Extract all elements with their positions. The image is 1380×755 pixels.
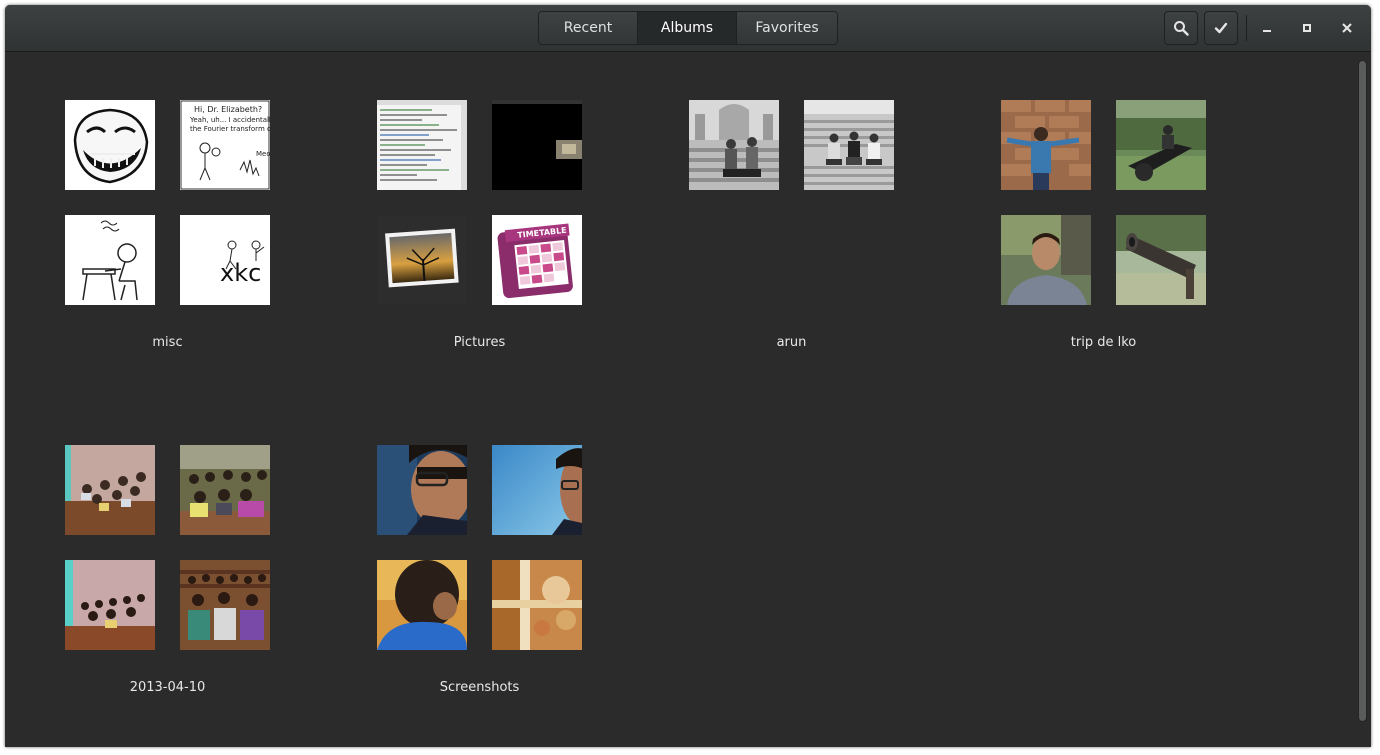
album-thumbnail-grid: [1001, 100, 1206, 305]
svg-text:the Fourier transform of: the Fourier transform of: [190, 125, 270, 133]
photo-thumbnail: [804, 100, 894, 190]
header-separator: [1246, 15, 1247, 41]
photo-thumbnail: [65, 445, 155, 535]
album-title: arun: [776, 335, 807, 350]
svg-text:Yeah, uh... I accidentally: Yeah, uh... I accidentally: [189, 116, 270, 124]
album-thumbnail-grid: [689, 100, 894, 305]
album-arun[interactable]: arun: [689, 100, 924, 360]
close-button[interactable]: [1335, 16, 1359, 40]
album-title: trip de lko: [1070, 335, 1137, 350]
photo-thumbnail: [689, 100, 779, 190]
album-2013-04-10[interactable]: 2013-04-10: [65, 445, 300, 705]
photo-thumbnail: [377, 215, 467, 305]
view-switcher: Recent Albums Favorites: [538, 11, 838, 45]
photo-thumbnail: [65, 560, 155, 650]
album-title: Pictures: [453, 335, 506, 350]
photo-thumbnail: [1116, 100, 1206, 190]
photo-thumbnail: [377, 100, 467, 190]
album-thumbnail-grid: [377, 445, 582, 650]
checkmark-icon: [1214, 22, 1228, 34]
photo-thumbnail: [180, 445, 270, 535]
album-trip-de-lko[interactable]: trip de lko: [1001, 100, 1236, 360]
tab-albums[interactable]: Albums: [638, 12, 737, 44]
album-thumbnail-grid: TIMETABLE: [377, 100, 582, 305]
minimize-button[interactable]: [1255, 16, 1279, 40]
album-thumbnail-grid: Hi, Dr. Elizabeth? Yeah, uh... I acciden…: [65, 100, 270, 305]
tab-favorites[interactable]: Favorites: [737, 12, 837, 44]
album-thumbnail-grid: [65, 445, 270, 650]
search-button[interactable]: [1164, 11, 1198, 45]
photos-window: Recent Albums Favorites Hi, Dr. Elizabet…: [5, 5, 1371, 747]
svg-text:Meow: Meow: [256, 150, 270, 158]
photo-thumbnail: Hi, Dr. Elizabeth? Yeah, uh... I acciden…: [180, 100, 270, 190]
maximize-button[interactable]: [1295, 16, 1319, 40]
album-screenshots[interactable]: Screenshots: [377, 445, 612, 705]
svg-text:xkc: xkc: [220, 259, 261, 287]
photo-thumbnail: [65, 215, 155, 305]
album-pictures[interactable]: TIMETABLE Pictures: [377, 100, 612, 360]
maximize-icon: [1303, 24, 1311, 32]
header-bar: Recent Albums Favorites: [5, 5, 1371, 52]
album-misc[interactable]: Hi, Dr. Elizabeth? Yeah, uh... I acciden…: [65, 100, 300, 360]
albums-view: Hi, Dr. Elizabeth? Yeah, uh... I acciden…: [5, 53, 1371, 747]
search-icon: [1174, 21, 1189, 36]
photo-thumbnail: [65, 100, 155, 190]
photo-thumbnail: [1001, 215, 1091, 305]
photo-thumbnail: [377, 445, 467, 535]
photo-thumbnail: TIMETABLE: [492, 215, 582, 305]
photo-thumbnail: [492, 560, 582, 650]
photo-thumbnail: [492, 100, 582, 190]
album-title: 2013-04-10: [129, 680, 206, 695]
minimize-icon: [1263, 30, 1271, 32]
close-icon: [1342, 23, 1352, 33]
photo-thumbnail: [180, 560, 270, 650]
tab-recent[interactable]: Recent: [539, 12, 638, 44]
album-title: misc: [152, 335, 183, 350]
selection-mode-button[interactable]: [1204, 11, 1238, 45]
photo-thumbnail: xkc: [180, 215, 270, 305]
photo-thumbnail: [1116, 215, 1206, 305]
photo-thumbnail: [377, 560, 467, 650]
vertical-scrollbar[interactable]: [1358, 60, 1367, 722]
album-title: Screenshots: [439, 680, 520, 695]
svg-text:Hi, Dr. Elizabeth?: Hi, Dr. Elizabeth?: [194, 105, 262, 114]
photo-thumbnail: [492, 445, 582, 535]
photo-thumbnail: [1001, 100, 1091, 190]
